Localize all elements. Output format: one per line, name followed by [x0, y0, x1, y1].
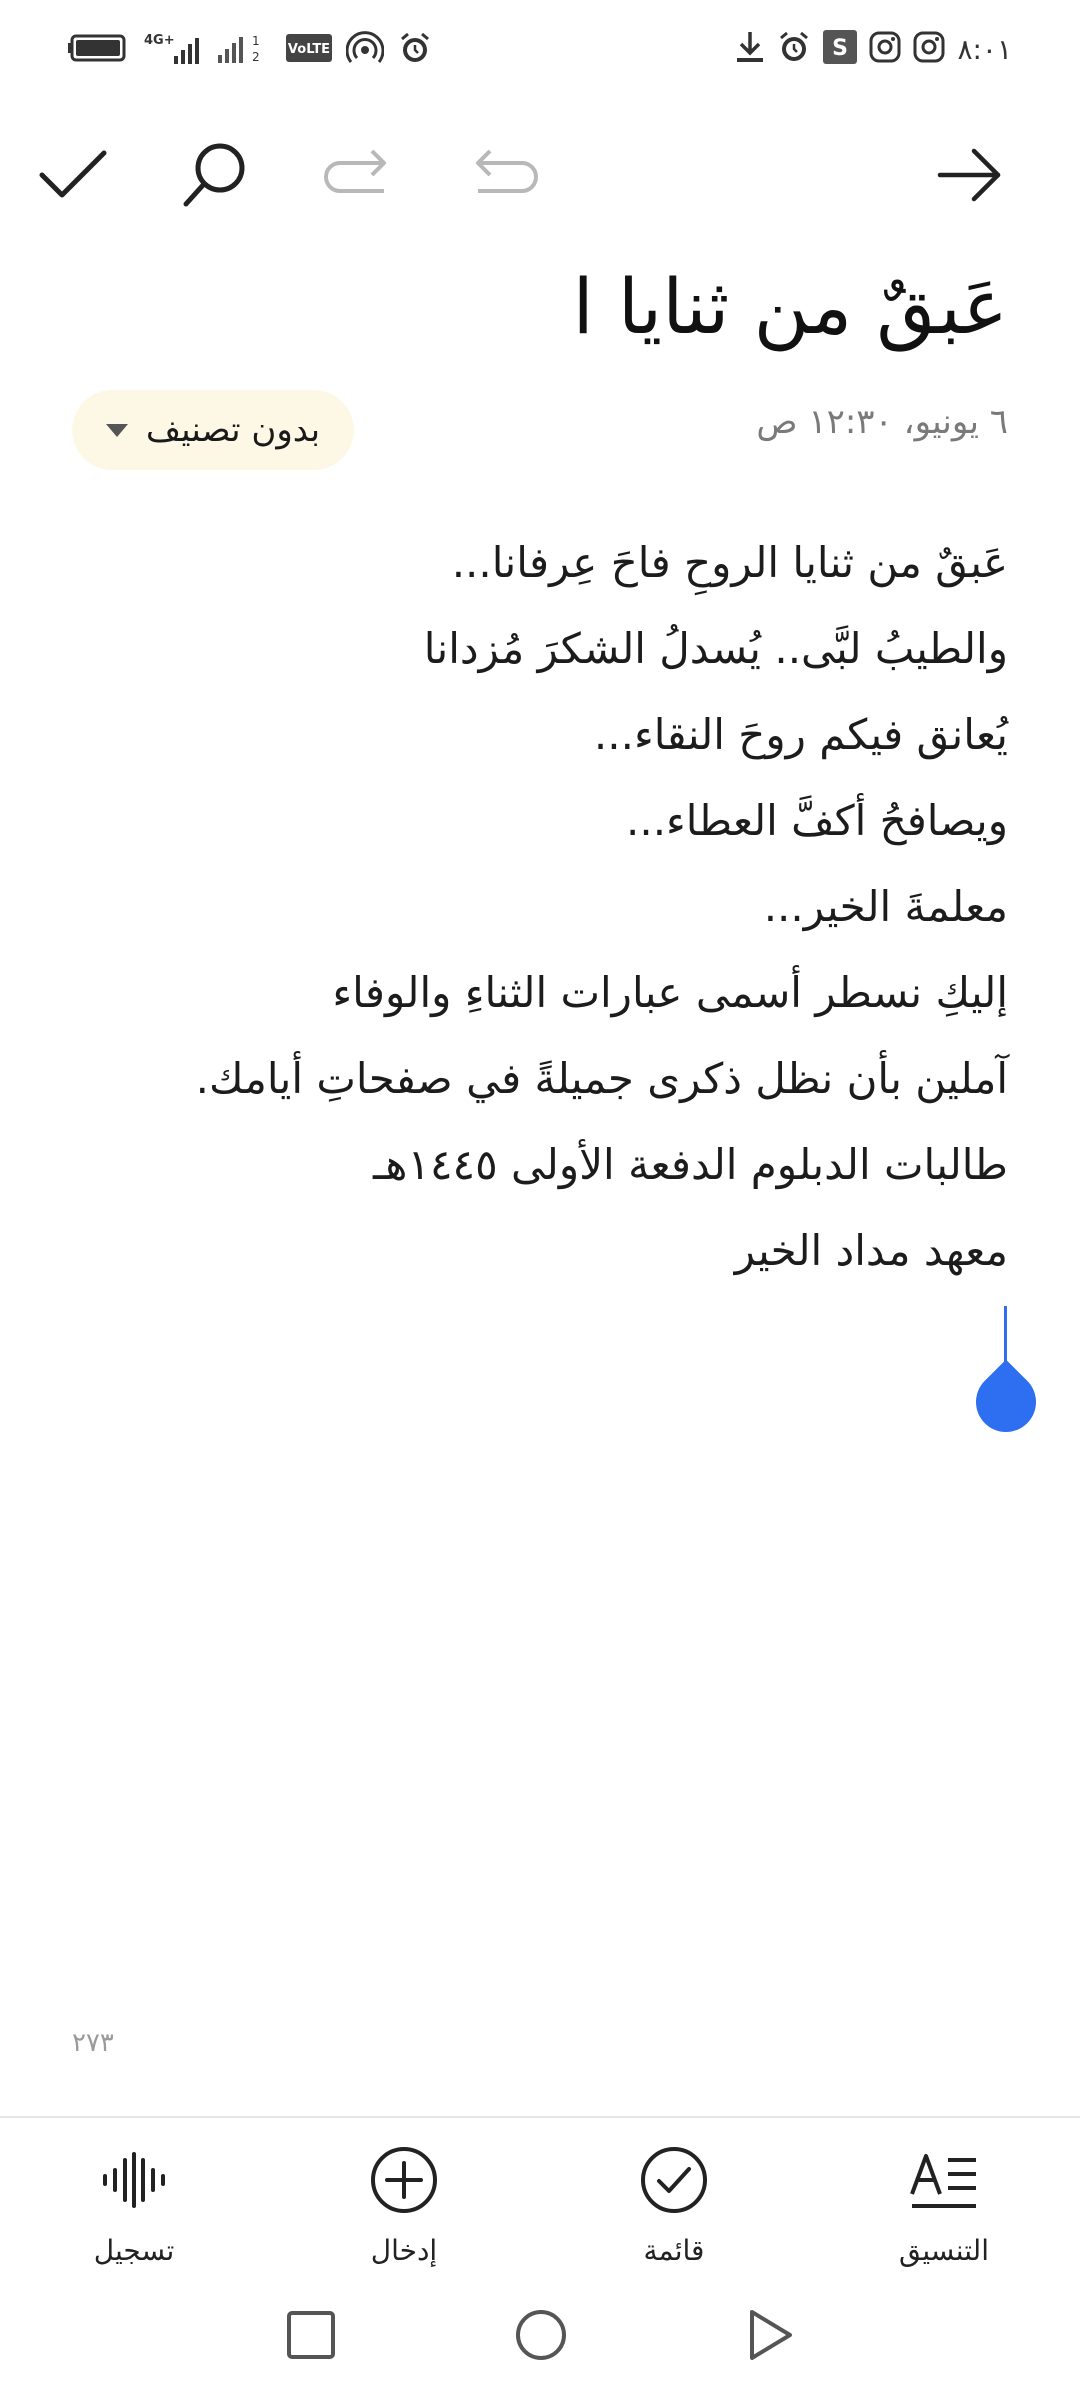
check-circle-icon [634, 2140, 714, 2220]
instagram-icon [913, 31, 945, 67]
svg-text:S: S [833, 36, 849, 61]
note-line: طالبات الدبلوم الدفعة الأولى ١٤٤٥هـ [372, 1140, 1008, 1189]
check-icon [39, 150, 107, 198]
note-line: معلمةَ الخير... [763, 882, 1008, 931]
svg-text:VoLTE: VoLTE [288, 42, 330, 57]
note-line: معهد مداد الخير [734, 1226, 1008, 1275]
record-label: تسجيل [93, 2234, 175, 2267]
instagram-icon [869, 31, 901, 67]
waveform-icon [94, 2140, 174, 2220]
alarm-icon [398, 31, 432, 69]
note-line: إليكِ نسطر أسمى عبارات الثناءِ والوفاء [332, 968, 1008, 1017]
plus-circle-icon [364, 2140, 444, 2220]
note-title[interactable]: عَبقٌ من ثنايا ا [573, 262, 1008, 351]
text-format-icon [904, 2140, 984, 2220]
status-right: S ٨:٠١ [735, 30, 1012, 68]
insert-label: إدخال [370, 2234, 438, 2267]
redo-button[interactable] [312, 130, 402, 220]
svg-text:2: 2 [252, 50, 260, 64]
status-time: ٨:٠١ [957, 32, 1012, 66]
status-left: 4G+ 12 VoLTE [68, 30, 432, 70]
download-icon [735, 30, 765, 68]
category-label: بدون تصنيف [145, 410, 321, 450]
note-line: يُعانق فيكم روحَ النقاء... [593, 710, 1008, 759]
note-date: ٦ يونيو، ١٢:٣٠ ص [756, 402, 1008, 442]
search-icon [183, 143, 245, 207]
save-button[interactable] [28, 130, 118, 220]
status-bar: 4G+ 12 VoLTE S ٨:٠١ [0, 0, 1080, 100]
signal-4g-icon: 4G+ [144, 30, 204, 70]
note-body[interactable]: عَبقٌ من ثنايا الروحِ فاحَ عِرفانا... وا… [72, 520, 1008, 1294]
battery-icon [68, 33, 130, 67]
note-line: والطيبُ لبَّى.. يُسدلُ الشكرَ مُزدانا [423, 624, 1008, 673]
character-count: ٢٧٣ [72, 2028, 114, 2058]
svg-text:1: 1 [252, 34, 260, 48]
insert-button[interactable]: إدخال [304, 2132, 504, 2272]
category-dropdown[interactable]: بدون تصنيف [72, 390, 354, 470]
bottom-divider [0, 2116, 1080, 2118]
record-button[interactable]: تسجيل [34, 2132, 234, 2272]
hotspot-icon [345, 31, 385, 69]
undo-button[interactable] [460, 130, 550, 220]
back-button[interactable] [924, 130, 1014, 220]
checklist-label: قائمة [643, 2234, 705, 2267]
cursor-handle[interactable] [963, 1359, 1049, 1445]
checklist-button[interactable]: قائمة [574, 2132, 774, 2272]
nav-home-button[interactable] [506, 2300, 576, 2370]
svg-text:4G+: 4G+ [144, 33, 175, 48]
circle-icon [516, 2310, 566, 2360]
search-button[interactable] [170, 130, 260, 220]
note-line: آملين بأن نظل ذكرى جميلةً في صفحاتِ أيام… [195, 1054, 1008, 1103]
signal-icon: 12 [218, 31, 272, 69]
nav-recents-button[interactable] [276, 2300, 346, 2370]
dropdown-caret-icon [105, 423, 128, 437]
redo-icon [324, 149, 386, 193]
back-arrow-icon [937, 148, 1001, 202]
note-line: ويصافحُ أكفَّ العطاء... [626, 796, 1008, 845]
s-app-icon: S [823, 30, 858, 68]
note-line: عَبقٌ من ثنايا الروحِ فاحَ عِرفانا... [451, 538, 1008, 587]
alarm-icon [777, 30, 811, 68]
nav-back-button[interactable] [736, 2300, 806, 2370]
square-icon [287, 2311, 335, 2359]
format-button[interactable]: التنسيق [844, 2132, 1044, 2272]
volte-icon: VoLTE [286, 34, 332, 66]
undo-icon [476, 149, 538, 193]
triangle-back-icon [750, 2310, 792, 2360]
format-label: التنسيق [899, 2234, 989, 2267]
